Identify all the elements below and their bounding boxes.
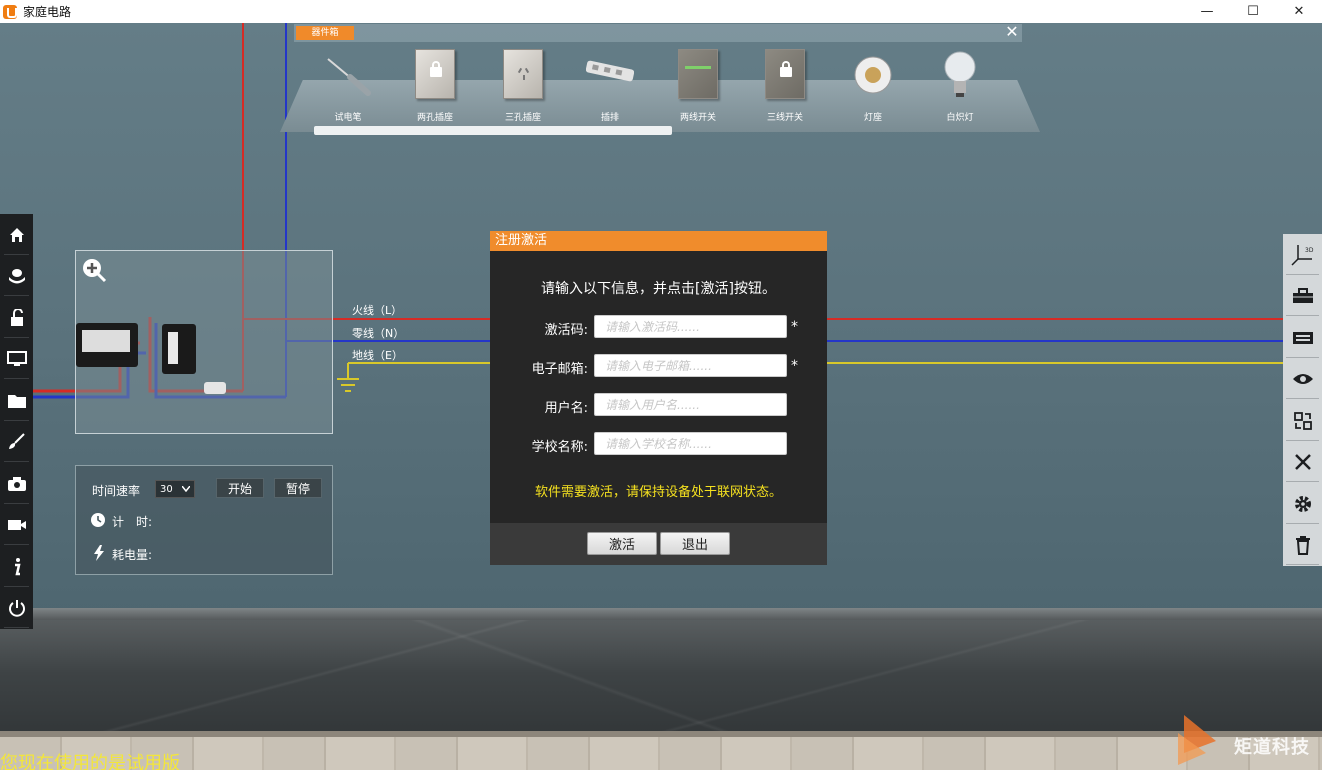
tool-power-strip[interactable]: 插排 xyxy=(570,41,650,125)
exit-button[interactable]: 退出 xyxy=(660,532,730,555)
info-icon[interactable] xyxy=(0,546,33,587)
network-note: 软件需要激活，请保持设备处于联网状态。 xyxy=(534,485,782,500)
meter-panel-icon[interactable] xyxy=(1283,317,1322,358)
component-toolbox: 器件箱 ✕ 试电笔 两孔插座 三孔插座 插排 两线开关 三线开关 灯座 白炽灯 xyxy=(280,23,1040,136)
component-box-icon[interactable] xyxy=(0,255,33,296)
trial-version-notice: 您现在使用的是试用版 xyxy=(0,753,180,770)
tool-three-wire-switch[interactable]: 三线开关 xyxy=(745,41,825,125)
close-window-button[interactable]: ✕ xyxy=(1276,0,1322,23)
school-name-input[interactable] xyxy=(594,432,787,455)
monitor-icon[interactable] xyxy=(0,338,33,379)
earth-wire[interactable] xyxy=(337,362,1322,392)
distribution-board[interactable] xyxy=(75,250,333,434)
two-hole-socket-icon xyxy=(411,47,459,101)
window-controls: — ☐ ✕ xyxy=(1184,0,1322,23)
live-wire-label: 火线（L） xyxy=(352,304,403,317)
tool-label: 两孔插座 xyxy=(416,113,453,123)
time-speed-label: 时间速率 xyxy=(92,484,141,498)
neutral-wire-label: 零线（N） xyxy=(352,327,405,340)
tool-label: 三线开关 xyxy=(766,113,803,123)
tool-three-hole-socket[interactable]: 三孔插座 xyxy=(483,41,563,125)
power-strip-icon xyxy=(586,60,634,82)
required-mark: * xyxy=(791,358,798,374)
required-mark: * xyxy=(791,319,798,335)
start-button[interactable]: 开始 xyxy=(216,478,264,498)
eye-icon[interactable] xyxy=(1283,358,1322,399)
toolbox-header xyxy=(294,24,1022,42)
activation-code-input[interactable] xyxy=(594,315,787,338)
email-label: 电子邮箱: xyxy=(531,362,588,377)
home-icon[interactable] xyxy=(0,214,33,255)
toolbox-scrollbar[interactable] xyxy=(314,126,672,135)
school-name-label: 学校名称: xyxy=(531,440,588,455)
folder-icon[interactable] xyxy=(0,380,33,421)
app-icon xyxy=(3,4,17,19)
three-wire-switch-icon xyxy=(761,47,809,101)
timer-panel: 时间速率 30 开始 暂停 计 时: 耗电量: xyxy=(75,465,333,575)
power-icon[interactable] xyxy=(0,587,33,628)
toolbox-close-button[interactable]: ✕ xyxy=(1002,23,1022,41)
tool-two-hole-socket[interactable]: 两孔插座 xyxy=(395,41,475,125)
username-label: 用户名: xyxy=(544,401,588,416)
circuit-breaker[interactable] xyxy=(162,324,196,374)
incandescent-bulb-icon xyxy=(944,51,976,97)
swap-icon[interactable] xyxy=(1283,400,1322,441)
lamp-holder-icon xyxy=(854,56,892,94)
zoom-in-icon[interactable] xyxy=(81,257,107,283)
title-bar: 家庭电路 — ☐ ✕ xyxy=(0,0,1322,23)
three-hole-socket-icon xyxy=(499,47,547,101)
tool-two-wire-switch[interactable]: 两线开关 xyxy=(658,41,738,125)
email-input[interactable] xyxy=(594,354,787,377)
toolbox-icon[interactable] xyxy=(1283,275,1322,316)
wire-connector[interactable] xyxy=(204,382,226,394)
tool-label: 灯座 xyxy=(863,113,882,123)
tool-incandescent-bulb[interactable]: 白炽灯 xyxy=(920,41,1000,125)
tool-label: 三孔插座 xyxy=(504,113,541,123)
maximize-button[interactable]: ☐ xyxy=(1230,0,1276,23)
activate-button[interactable]: 激活 xyxy=(587,532,657,555)
3d-axis-icon[interactable]: 3D xyxy=(1283,234,1322,275)
wire-cutter-icon[interactable] xyxy=(1283,441,1322,482)
settings-icon[interactable] xyxy=(1283,483,1322,524)
tool-label: 试电笔 xyxy=(334,113,362,123)
energy-label: 耗电量: xyxy=(112,548,153,562)
dialog-instruction: 请输入以下信息，并点击[激活]按钮。 xyxy=(541,281,776,297)
tool-lamp-holder[interactable]: 灯座 xyxy=(833,41,913,125)
tool-label: 插排 xyxy=(600,113,619,123)
dialog-footer: 激活 退出 xyxy=(490,523,827,565)
lightning-icon xyxy=(94,545,104,561)
video-icon[interactable] xyxy=(0,504,33,545)
tool-label: 两线开关 xyxy=(679,113,716,123)
3d-axis-label: 3D xyxy=(1305,247,1314,254)
minimize-button[interactable]: — xyxy=(1184,0,1230,23)
electric-meter[interactable] xyxy=(76,323,138,367)
unlock-icon[interactable] xyxy=(0,297,33,338)
brand-logo-icon xyxy=(1178,715,1216,765)
two-wire-switch-icon xyxy=(674,47,722,101)
pause-button[interactable]: 暂停 xyxy=(274,478,322,498)
chevron-down-icon xyxy=(182,486,190,492)
right-sidebar: 3D xyxy=(1283,234,1322,566)
activation-dialog: 注册激活 请输入以下信息，并点击[激活]按钮。 激活码: * 电子邮箱: * 用… xyxy=(490,231,827,565)
brand-name: 矩道科技 xyxy=(1234,737,1310,758)
timing-label: 计 时: xyxy=(112,515,153,529)
window-title: 家庭电路 xyxy=(23,5,72,19)
time-speed-select[interactable]: 30 xyxy=(155,480,195,498)
test-pen-icon xyxy=(327,58,371,96)
left-sidebar xyxy=(0,214,33,629)
camera-icon[interactable] xyxy=(0,463,33,504)
tool-test-pen[interactable]: 试电笔 xyxy=(308,41,388,125)
circuit-scene[interactable]: 器件箱 ✕ 试电笔 两孔插座 三孔插座 插排 两线开关 三线开关 灯座 白炽灯 … xyxy=(0,23,1322,770)
brush-icon[interactable] xyxy=(0,421,33,462)
activation-code-label: 激活码: xyxy=(544,323,588,338)
username-input[interactable] xyxy=(594,393,787,416)
trash-icon[interactable] xyxy=(1283,524,1322,565)
tool-label: 白炽灯 xyxy=(946,113,974,123)
toolbox-tab[interactable]: 器件箱 xyxy=(296,26,354,40)
earth-wire-label: 地线（E） xyxy=(352,349,403,362)
dialog-title: 注册激活 xyxy=(490,231,827,251)
time-speed-value: 30 xyxy=(160,483,173,495)
clock-icon xyxy=(91,513,105,527)
